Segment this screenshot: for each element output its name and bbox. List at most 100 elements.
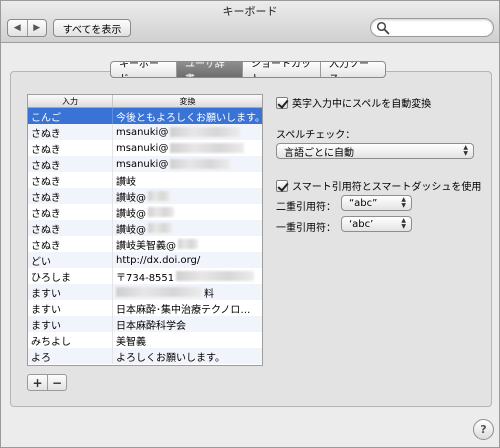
row-output-text: 讃岐@ <box>116 208 146 220</box>
redacted-text <box>170 159 231 169</box>
row-input: さぬき <box>28 172 113 188</box>
row-output: 美智義 <box>116 336 146 348</box>
table-row[interactable]: ますい 日本麻酔科学会 <box>28 316 262 332</box>
search-icon <box>376 21 390 35</box>
row-output-text: 〒734-8551 <box>116 272 175 284</box>
window-title: キーボード <box>222 5 278 18</box>
row-output: 日本麻酔科学会 <box>116 320 186 332</box>
row-input: さぬき <box>28 140 113 156</box>
table-row[interactable]: さぬき 讃岐@ <box>28 220 262 236</box>
redacted-text <box>148 223 172 233</box>
row-input: ますい <box>28 300 113 316</box>
row-output: 讃岐@ <box>113 220 262 236</box>
row-output: 料 <box>113 284 262 300</box>
row-input: さぬき <box>28 188 113 204</box>
table-row[interactable]: ますい 日本麻酔･集中治療テクノロ… <box>28 300 262 316</box>
single-quote-label: 一重引用符： <box>276 223 336 234</box>
row-output: 日本麻酔･集中治療テクノロ… <box>116 304 251 316</box>
row-output: よろしくお願いします。 <box>116 352 225 364</box>
row-input: さぬき <box>28 236 113 252</box>
redacted-text <box>170 127 241 137</box>
double-quote-value: “abc” <box>349 197 378 209</box>
row-output-text: 讃岐@ <box>116 192 146 204</box>
row-output: 今後ともよろしくお願いします。 <box>116 112 262 124</box>
tab-input-sources[interactable]: 入力ソース <box>320 62 385 77</box>
table-row[interactable]: ひろしま 〒734-8551 <box>28 268 262 284</box>
row-output: 〒734-8551 <box>113 268 262 284</box>
add-entry-button[interactable]: + <box>28 375 47 390</box>
spell-check-value: 言語ごとに自動 <box>284 147 354 159</box>
table-row[interactable]: さぬき 讃岐美智義@ <box>28 236 262 252</box>
redacted-text <box>116 287 202 297</box>
add-remove-control: + − <box>27 374 67 391</box>
tab-bar: キーボード ユーザ辞書 ショートカット 入力ソース <box>110 61 386 78</box>
popup-arrows-icon: ▲ ▼ <box>401 217 406 230</box>
search-field[interactable] <box>370 18 494 37</box>
row-output-text: msanuki@ <box>116 158 169 170</box>
row-input: どい <box>28 252 113 268</box>
row-input: さぬき <box>28 124 113 140</box>
forward-arrow-icon: ▶ <box>33 23 41 33</box>
checkbox-checked-icon <box>276 96 288 109</box>
single-quote-popup[interactable]: ‘abc’ ▲ ▼ <box>341 216 412 232</box>
table-row[interactable]: みちよし 美智義 <box>28 332 262 348</box>
help-button[interactable]: ? <box>473 419 494 440</box>
row-output-text: msanuki@ <box>116 126 169 138</box>
auto-spell-checkbox[interactable]: 英字入力中にスペルを自動変換 <box>276 95 431 110</box>
column-header-output[interactable]: 変換 <box>113 95 262 107</box>
redacted-text <box>148 191 170 201</box>
single-quote-value: ‘abc’ <box>349 218 374 230</box>
show-all-button[interactable]: すべてを表示 <box>53 19 131 37</box>
row-output: msanuki@ <box>113 124 262 140</box>
table-row[interactable]: さぬき 讃岐@ <box>28 188 262 204</box>
tab-keyboard[interactable]: キーボード <box>111 62 176 77</box>
table-row[interactable]: さぬき msanuki@ <box>28 140 262 156</box>
table-row[interactable]: さぬき 讃岐 <box>28 172 262 188</box>
auto-spell-label: 英字入力中にスペルを自動変換 <box>292 99 432 110</box>
keyboard-preferences-window: キーボード ◀ ▶ すべてを表示 キーボード ユーザ辞書 ショートカット 入力ソ… <box>0 0 500 448</box>
row-output: 讃岐@ <box>113 188 262 204</box>
back-button[interactable]: ◀ <box>8 20 27 36</box>
table-row[interactable]: ますい 料 <box>28 284 262 300</box>
popup-arrows-icon: ▲ ▼ <box>463 144 468 157</box>
row-output: msanuki@ <box>113 140 262 156</box>
row-input: ますい <box>28 316 113 332</box>
redacted-text <box>178 239 198 249</box>
table-row[interactable]: さぬき msanuki@ <box>28 156 262 172</box>
row-input: さぬき <box>28 156 113 172</box>
row-output: 讃岐 <box>116 176 136 188</box>
row-input: さぬき <box>28 204 113 220</box>
back-forward-control: ◀ ▶ <box>7 19 47 37</box>
spell-check-popup[interactable]: 言語ごとに自動 ▲ ▼ <box>276 143 474 159</box>
row-output: msanuki@ <box>113 156 262 172</box>
redacted-text <box>148 207 174 217</box>
row-output-text: msanuki@ <box>116 142 169 154</box>
row-output: 讃岐美智義@ <box>113 236 262 252</box>
smart-quotes-label: スマート引用符とスマートダッシュを使用 <box>292 182 482 193</box>
double-quote-popup[interactable]: “abc” ▲ ▼ <box>341 195 412 211</box>
table-row[interactable]: よろ よろしくお願いします。 <box>28 348 262 364</box>
row-input: ひろしま <box>28 268 113 284</box>
forward-button[interactable]: ▶ <box>26 20 47 36</box>
table-body: こんご 今後ともよろしくお願いします。 さぬき msanuki@ さぬき msanuk… <box>28 108 262 364</box>
popup-arrows-icon: ▲ ▼ <box>401 196 406 209</box>
row-input: ますい <box>28 284 113 300</box>
checkbox-checked-icon <box>276 179 288 192</box>
tab-shortcuts[interactable]: ショートカット <box>242 62 320 77</box>
redacted-text <box>170 143 245 153</box>
tab-user-dictionary[interactable]: ユーザ辞書 <box>176 62 242 77</box>
user-dictionary-table[interactable]: 入力 変換 こんご 今後ともよろしくお願いします。 さぬき msanuki@ さぬき… <box>27 94 263 366</box>
titlebar: キーボード ◀ ▶ すべてを表示 <box>1 1 499 43</box>
table-row[interactable]: さぬき 讃岐@ <box>28 204 262 220</box>
table-header: 入力 変換 <box>28 95 262 108</box>
row-input: よろ <box>28 348 113 364</box>
redacted-text <box>176 271 255 281</box>
column-header-input[interactable]: 入力 <box>28 95 113 107</box>
table-row[interactable]: さぬき msanuki@ <box>28 124 262 140</box>
table-row[interactable]: こんご 今後ともよろしくお願いします。 <box>28 108 262 124</box>
row-input: こんご <box>28 108 113 124</box>
row-output-text: 料 <box>204 288 214 300</box>
smart-quotes-checkbox[interactable]: スマート引用符とスマートダッシュを使用 <box>276 178 481 193</box>
remove-entry-button[interactable]: − <box>47 375 66 390</box>
table-row[interactable]: どい http://dx.doi.org/ <box>28 252 262 268</box>
